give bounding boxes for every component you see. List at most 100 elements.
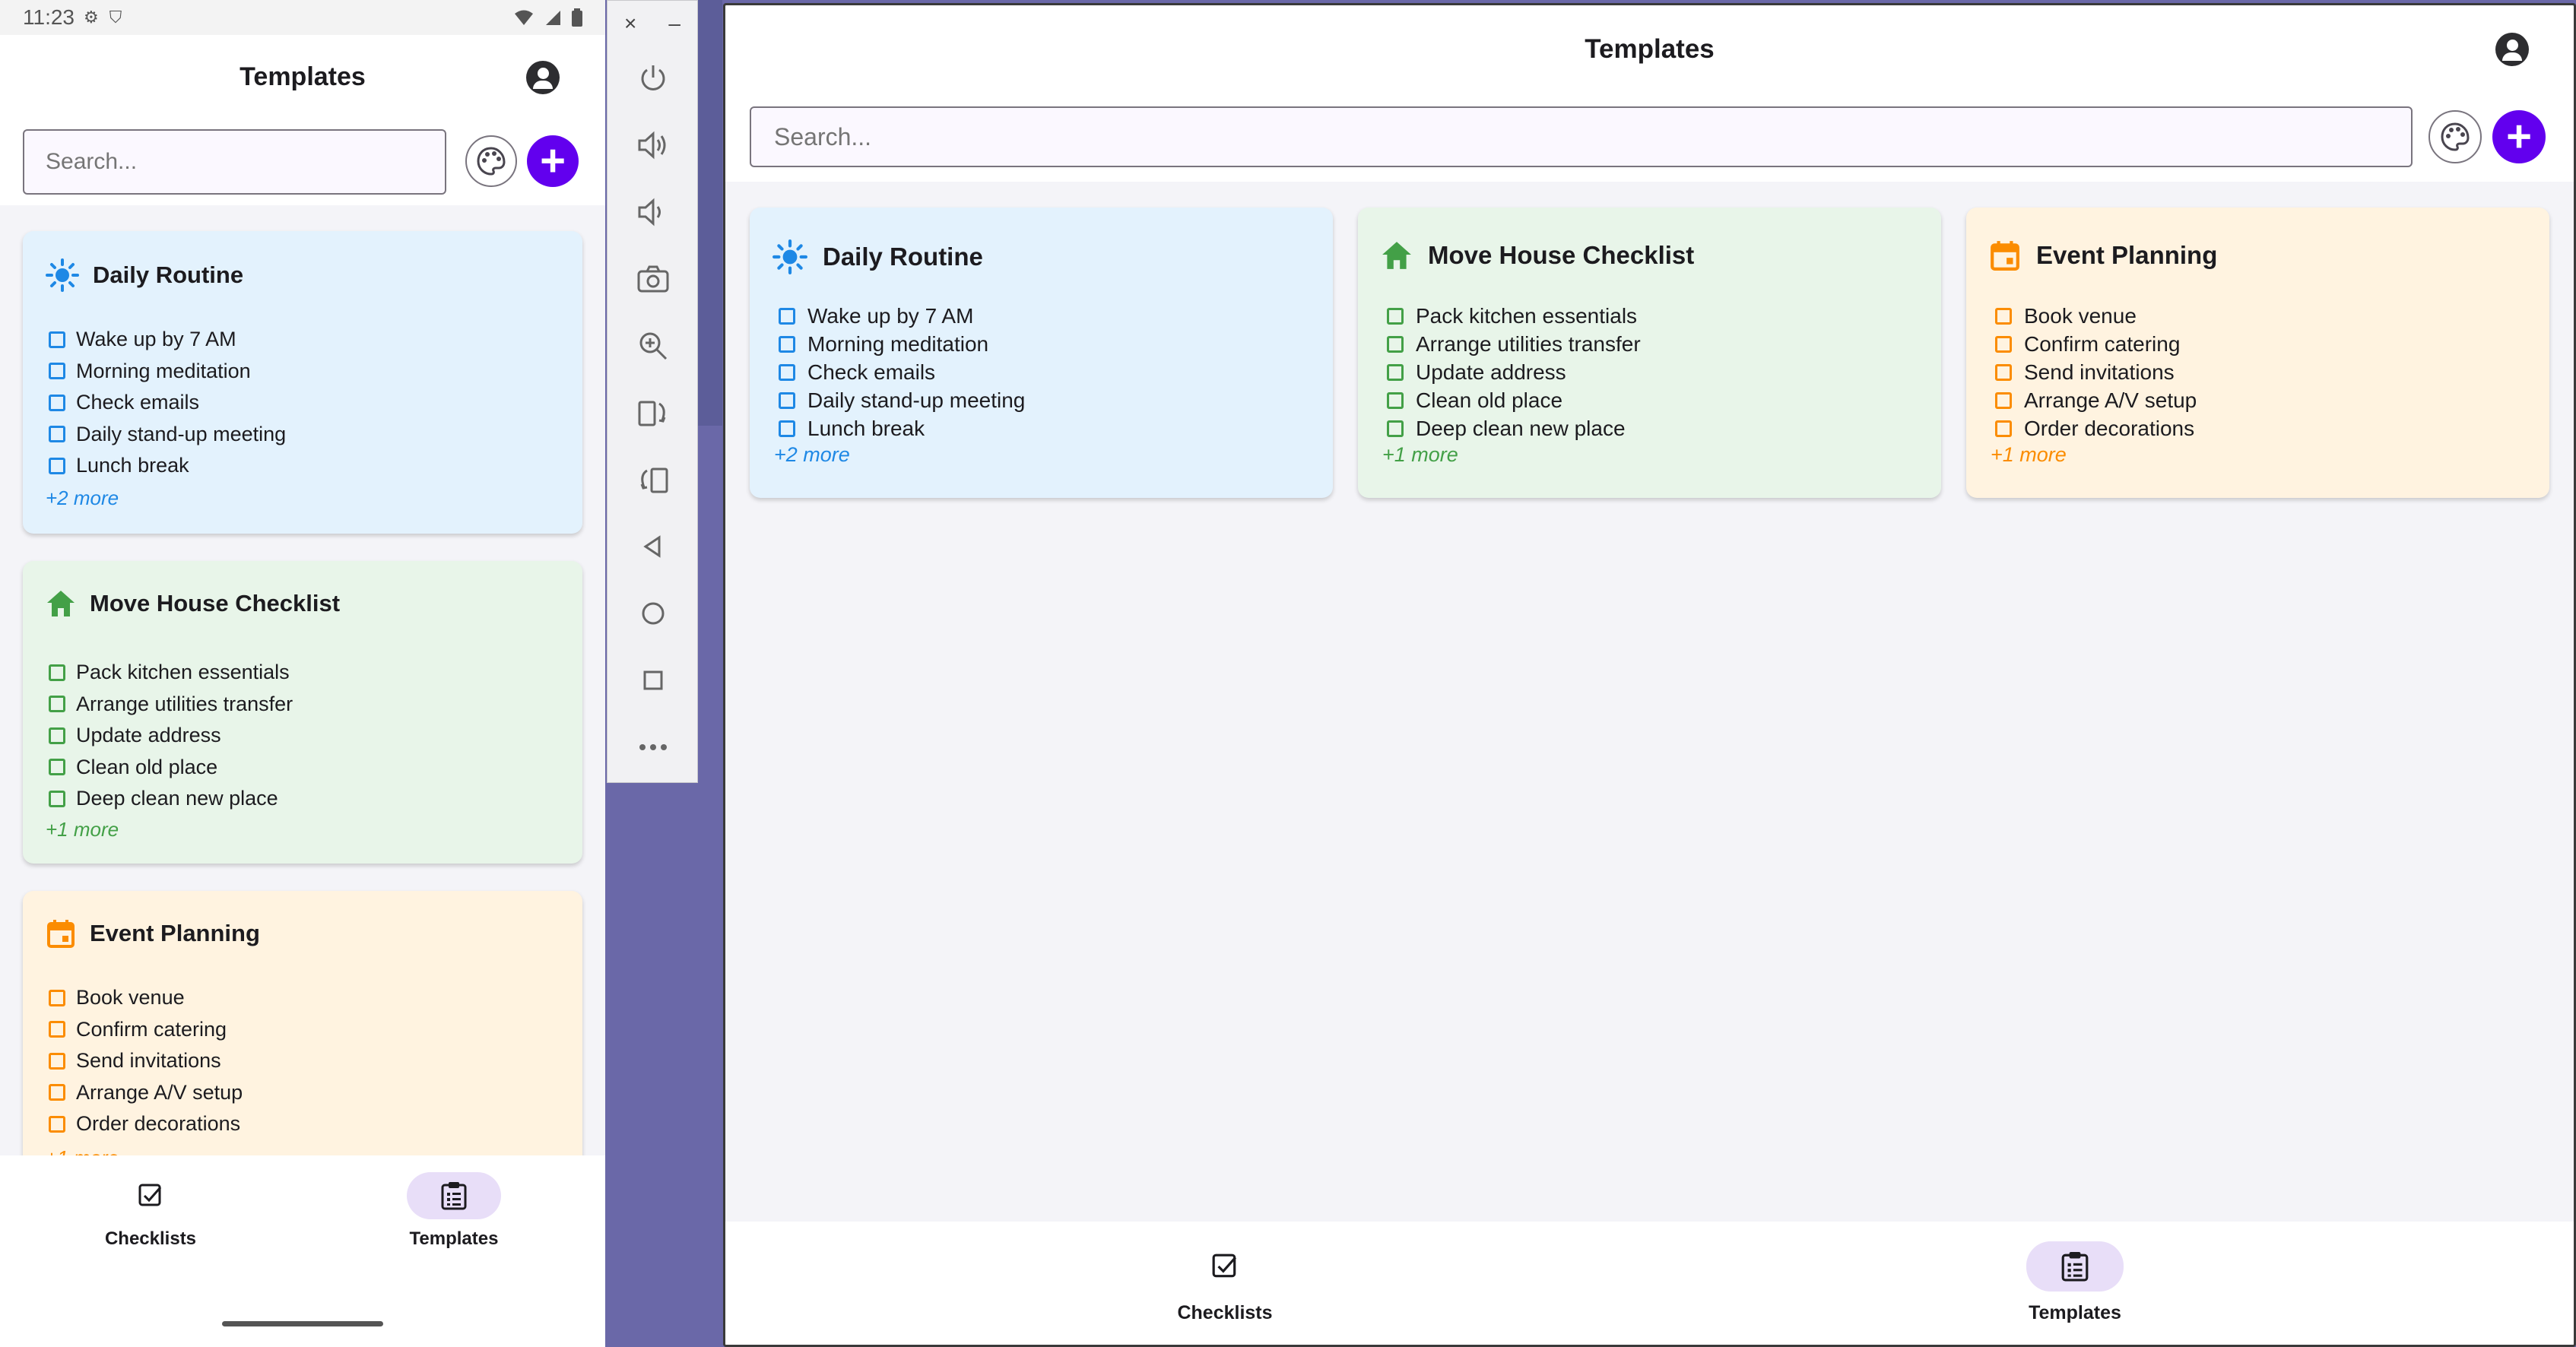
- top-app-bar: Templates: [725, 5, 2574, 93]
- more-items-label: +2 more: [46, 487, 119, 509]
- checkbox-icon: [1995, 307, 2012, 325]
- checkbox-icon: [1995, 363, 2012, 381]
- list-item: Arrange utilities transfer: [1387, 330, 1641, 358]
- more-items-label: +1 more: [46, 818, 119, 841]
- overview-icon: [643, 670, 663, 690]
- nav-item-templates[interactable]: Templates: [378, 1172, 530, 1250]
- card-item-list: Wake up by 7 AM Morning meditation Check…: [779, 302, 1025, 442]
- checkbox-icon: [49, 426, 65, 443]
- list-item: Check emails: [779, 358, 1025, 386]
- checkbox-icon: [1387, 335, 1404, 353]
- templates-grid: Daily Routine Wake up by 7 AM Morning me…: [725, 182, 2574, 1222]
- power-button[interactable]: [608, 45, 699, 112]
- power-icon: [641, 65, 665, 90]
- nav-label: Templates: [409, 1228, 499, 1249]
- volume-down-button[interactable]: [608, 179, 699, 246]
- list-item: Lunch break: [49, 450, 286, 482]
- tablet-emulator-screen: Templates +: [723, 3, 2576, 1347]
- bottom-navigation: Checklists Templates: [725, 1222, 2574, 1345]
- zoom-button[interactable]: [608, 312, 699, 379]
- checkbox-icon: [49, 727, 65, 744]
- list-item: Pack kitchen essentials: [49, 657, 293, 689]
- card-item-list: Wake up by 7 AM Morning meditation Check…: [49, 324, 286, 482]
- checkbox-icon: [779, 391, 795, 409]
- account-icon[interactable]: [526, 61, 560, 94]
- checkbox-icon: [49, 759, 65, 776]
- more-items-label: +1 more: [1382, 443, 1458, 466]
- plus-icon: +: [540, 136, 566, 185]
- checkbox-icon: [779, 420, 795, 437]
- rotate-right-icon: [640, 467, 668, 493]
- search-input[interactable]: [23, 129, 446, 195]
- list-item: Pack kitchen essentials: [1387, 302, 1641, 330]
- minimize-icon[interactable]: –: [668, 11, 680, 45]
- rotate-left-button[interactable]: [608, 379, 699, 446]
- bottom-navigation: Checklists Templates: [0, 1155, 605, 1307]
- volume-down-icon: [638, 198, 661, 227]
- nav-item-checklists[interactable]: Checklists: [1134, 1241, 1316, 1324]
- rotate-left-icon: [638, 401, 666, 426]
- template-card-daily-routine[interactable]: Daily Routine Wake up by 7 AM Morning me…: [23, 231, 582, 534]
- list-item: Wake up by 7 AM: [49, 324, 286, 356]
- list-item: Confirm catering: [49, 1014, 243, 1046]
- wifi-icon: [515, 10, 533, 25]
- card-title: Daily Routine: [823, 242, 983, 271]
- account-icon[interactable]: [2495, 33, 2529, 66]
- list-item: Send invitations: [49, 1045, 243, 1077]
- checkbox-icon: [49, 457, 65, 474]
- settings-status-icon: ⚙: [84, 8, 99, 27]
- more-items-label: +1 more: [1991, 443, 2067, 466]
- overview-button[interactable]: [608, 647, 699, 714]
- search-input[interactable]: [750, 106, 2413, 167]
- rotate-right-button[interactable]: [608, 446, 699, 513]
- list-item: Clean old place: [1387, 386, 1641, 414]
- sun-icon: [46, 258, 79, 292]
- checkbox-icon: [49, 664, 65, 681]
- add-template-button[interactable]: +: [2492, 110, 2546, 163]
- volume-up-button[interactable]: [608, 112, 699, 179]
- list-item: Book venue: [1995, 302, 2197, 330]
- template-card-move-house[interactable]: Move House Checklist Pack kitchen essent…: [23, 561, 582, 864]
- template-card-move-house[interactable]: Move House Checklist Pack kitchen essent…: [1358, 208, 1941, 498]
- add-template-button[interactable]: +: [527, 135, 579, 187]
- sun-icon: [772, 239, 807, 274]
- palette-button[interactable]: [2428, 110, 2482, 163]
- template-card-event-planning[interactable]: Event Planning Book venue Confirm cateri…: [23, 891, 582, 1155]
- palette-icon: [477, 147, 506, 176]
- home-button[interactable]: [608, 580, 699, 647]
- checkbox-icon: [779, 307, 795, 325]
- palette-button[interactable]: [465, 135, 517, 187]
- card-item-list: Book venue Confirm catering Send invitat…: [1995, 302, 2197, 442]
- more-button[interactable]: [608, 714, 699, 781]
- list-item: Daily stand-up meeting: [779, 386, 1025, 414]
- checkbox-icon: [779, 335, 795, 353]
- emulator-toolbar: × –: [607, 0, 698, 783]
- templates-list: Daily Routine Wake up by 7 AM Morning me…: [0, 205, 605, 1155]
- gesture-handle[interactable]: [222, 1321, 383, 1326]
- list-item: Confirm catering: [1995, 330, 2197, 358]
- status-time: 11:23: [23, 5, 75, 29]
- list-item: Deep clean new place: [1387, 414, 1641, 442]
- back-button[interactable]: [608, 513, 699, 580]
- template-card-event-planning[interactable]: Event Planning Book venue Confirm cateri…: [1966, 208, 2549, 498]
- list-item: Morning meditation: [779, 330, 1025, 358]
- nav-item-templates[interactable]: Templates: [1984, 1241, 2166, 1324]
- template-card-daily-routine[interactable]: Daily Routine Wake up by 7 AM Morning me…: [750, 208, 1333, 498]
- list-item: Send invitations: [1995, 358, 2197, 386]
- clipboard-icon: [2061, 1252, 2089, 1282]
- card-title: Event Planning: [90, 920, 260, 946]
- list-item: Morning meditation: [49, 356, 286, 388]
- screenshot-button[interactable]: [608, 246, 699, 312]
- nav-item-checklists[interactable]: Checklists: [75, 1172, 227, 1250]
- status-bar: 11:23 ⚙ ⛉: [0, 0, 605, 35]
- checkbox-icon: [49, 989, 65, 1006]
- card-item-list: Pack kitchen essentials Arrange utilitie…: [49, 657, 293, 815]
- plus-icon: +: [2506, 112, 2532, 161]
- list-item: Deep clean new place: [49, 783, 293, 815]
- checkbox-icon: [1387, 363, 1404, 381]
- desktop-background: [696, 0, 722, 1347]
- more-items-label: +1 more: [46, 1146, 119, 1155]
- checkbox-icon: [49, 331, 65, 348]
- close-icon[interactable]: ×: [624, 11, 636, 45]
- zoom-icon: [639, 332, 668, 360]
